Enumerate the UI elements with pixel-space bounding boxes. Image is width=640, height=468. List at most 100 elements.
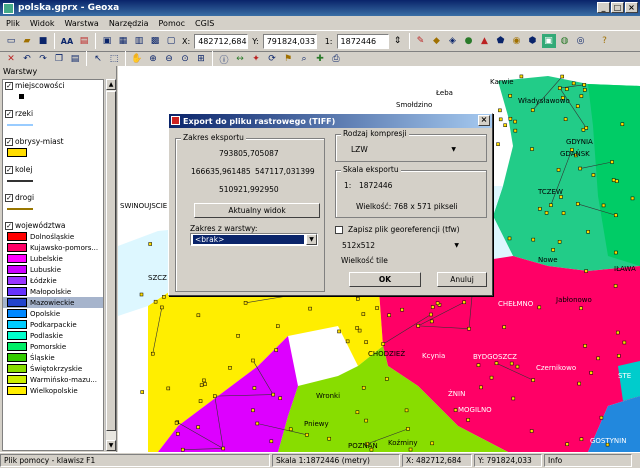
legend-region-item[interactable]: Kujawsko-pomors... (3, 242, 103, 253)
layout-icon[interactable]: ▦ (116, 34, 130, 48)
legend-region-item[interactable]: Lubuskie (3, 264, 103, 275)
chevron-down-icon[interactable]: ▼ (451, 143, 456, 156)
tool-icon-5[interactable]: ▲ (478, 34, 492, 48)
print-icon[interactable]: ⎙ (329, 52, 343, 66)
undo-icon[interactable]: ↶ (20, 52, 34, 66)
legend-region-item[interactable]: Wielkopolskie (3, 385, 103, 396)
layer-checkbox[interactable]: ✓ (5, 193, 13, 202)
menu-narzedzia[interactable]: Narzędzia (109, 19, 149, 28)
layer-checkbox[interactable]: ✓ (5, 137, 13, 146)
y-coordinate-field[interactable]: 791824,033 (262, 33, 317, 49)
panel-icon[interactable]: ▢ (164, 34, 178, 48)
tool-icon-7[interactable]: ◉ (510, 34, 524, 48)
minimize-button[interactable]: _ (597, 2, 610, 13)
legend-region-item[interactable]: Podkarpackie (3, 319, 103, 330)
pan-hand-icon[interactable]: ✋ (130, 52, 144, 66)
zoom-in-icon[interactable]: ⊕ (146, 52, 160, 66)
dialog-close-icon[interactable]: × (478, 115, 490, 126)
extent-bottom-field[interactable]: 510921,992950 (216, 183, 290, 196)
open-folder-icon[interactable]: ▰ (20, 34, 34, 48)
georef-option[interactable]: Zapisz plik georeferencji (tfw) (335, 225, 460, 234)
layer-checkbox[interactable]: ✓ (5, 81, 13, 90)
layer-item-miejscowosci[interactable]: ✓ miejscowości (3, 80, 103, 91)
info-icon[interactable]: ⓘ (217, 52, 231, 66)
scale-dropdown-icon[interactable]: ⇕ (391, 34, 405, 48)
search-icon[interactable]: ⌕ (297, 52, 311, 66)
scale-field[interactable]: 1872446 (336, 33, 389, 49)
layer-item-kolej[interactable]: ✓ kolej (3, 164, 103, 175)
legend-region-item[interactable]: Małopolskie (3, 286, 103, 297)
measure-icon[interactable]: ↔ (233, 52, 247, 66)
window-icon[interactable]: ▣ (100, 34, 114, 48)
zoom-window-icon[interactable]: ⊞ (194, 52, 208, 66)
legend-region-item[interactable]: Dolnośląskie (3, 231, 103, 242)
zoom-extent-icon[interactable]: ⊙ (178, 52, 192, 66)
zoom-out-icon[interactable]: ⊖ (162, 52, 176, 66)
legend-region-item[interactable]: Świętokrzyskie (3, 363, 103, 374)
copy-icon[interactable]: ❐ (52, 52, 66, 66)
paste-icon[interactable]: ▤ (68, 52, 82, 66)
select-icon[interactable]: ⬚ (107, 52, 121, 66)
label-icon[interactable]: ✦ (249, 52, 263, 66)
layer-item-rzeki[interactable]: ✓ rzeki (3, 108, 103, 119)
layers-list[interactable]: ✓ miejscowości ✓ rzeki ✓ obrysy-miast ✓ kole… (2, 79, 104, 451)
layer-add-icon[interactable]: ✚ (313, 52, 327, 66)
legend-region-item[interactable]: Śląskie (3, 352, 103, 363)
export-scale-field[interactable]: 1872446 (356, 179, 424, 192)
table-icon[interactable]: ▥ (132, 34, 146, 48)
legend-region-item[interactable]: Lubelskie (3, 253, 103, 264)
tool-icon-6[interactable]: ⬟ (494, 34, 508, 48)
x-coordinate-field[interactable]: 482712,684 (194, 33, 249, 49)
scroll-down-icon[interactable]: ▼ (106, 440, 116, 451)
scroll-thumb[interactable] (106, 91, 116, 431)
help-icon[interactable]: ? (598, 34, 612, 48)
delete-icon[interactable]: ✕ (4, 52, 18, 66)
close-button[interactable]: × (625, 2, 638, 13)
tool-icon-4[interactable]: ● (462, 34, 476, 48)
properties-icon[interactable]: ▤ (77, 34, 91, 48)
refresh-icon[interactable]: ⟳ (265, 52, 279, 66)
cancel-button[interactable]: Anuluj (437, 272, 487, 287)
ok-button[interactable]: OK (349, 272, 421, 287)
web-icon[interactable]: ◎ (574, 34, 588, 48)
tile-size-select[interactable]: 512x512 ▼ (339, 239, 461, 252)
legend-region-item[interactable]: Warmińsko-mazu... (3, 374, 103, 385)
legend-region-item[interactable]: Mazowieckie (3, 297, 103, 308)
menu-pomoc[interactable]: Pomoc (159, 19, 186, 28)
layer-item-drogi[interactable]: ✓ drogi (3, 192, 103, 203)
layers-scrollbar[interactable]: ▲ ▼ (105, 79, 116, 451)
tool-icon-3[interactable]: ◈ (446, 34, 460, 48)
chevron-down-icon[interactable]: ▼ (454, 239, 459, 252)
extent-left-field[interactable]: 166635,961485 (188, 165, 252, 178)
export-icon[interactable]: ▣ (541, 34, 556, 48)
layer-item-wojewodztwa[interactable]: ✓ województwa (3, 220, 103, 231)
tool-icon-8[interactable]: ⬢ (526, 34, 540, 48)
scroll-up-icon[interactable]: ▲ (106, 79, 116, 90)
menu-plik[interactable]: Plik (6, 19, 20, 28)
extent-right-field[interactable]: 547117,031399 (252, 165, 322, 178)
arrow-icon[interactable]: ↖ (91, 52, 105, 66)
georef-checkbox[interactable] (335, 225, 343, 234)
chevron-down-icon[interactable]: ▼ (306, 234, 317, 245)
legend-region-item[interactable]: Opolskie (3, 308, 103, 319)
current-view-button[interactable]: Aktualny widok (194, 203, 320, 218)
extent-top-field[interactable]: 793805,705087 (216, 147, 290, 160)
maximize-button[interactable]: □ (611, 2, 624, 13)
legend-region-item[interactable]: Łódzkie (3, 275, 103, 286)
layer-checkbox[interactable]: ✓ (5, 109, 13, 118)
globe-icon[interactable]: ◍ (558, 34, 572, 48)
bookmark-icon[interactable]: ⚑ (281, 52, 295, 66)
compression-select[interactable]: LZW ▼ (348, 143, 458, 156)
layer-extent-select[interactable]: <brak> ▼ (190, 233, 318, 246)
layer-checkbox[interactable]: ✓ (5, 165, 13, 174)
layer-item-obrysy-miast[interactable]: ✓ obrysy-miast (3, 136, 103, 147)
save-icon[interactable]: ■ (36, 34, 50, 48)
menu-cgis[interactable]: CGIS (195, 19, 214, 28)
menu-widok[interactable]: Widok (30, 19, 55, 28)
grid-icon[interactable]: ▩ (148, 34, 162, 48)
legend-region-item[interactable]: Podlaskie (3, 330, 103, 341)
new-file-icon[interactable]: ▭ (4, 34, 18, 48)
legend-region-item[interactable]: Pomorskie (3, 341, 103, 352)
redo-icon[interactable]: ↷ (36, 52, 50, 66)
font-aa-button[interactable]: AA (59, 34, 75, 48)
